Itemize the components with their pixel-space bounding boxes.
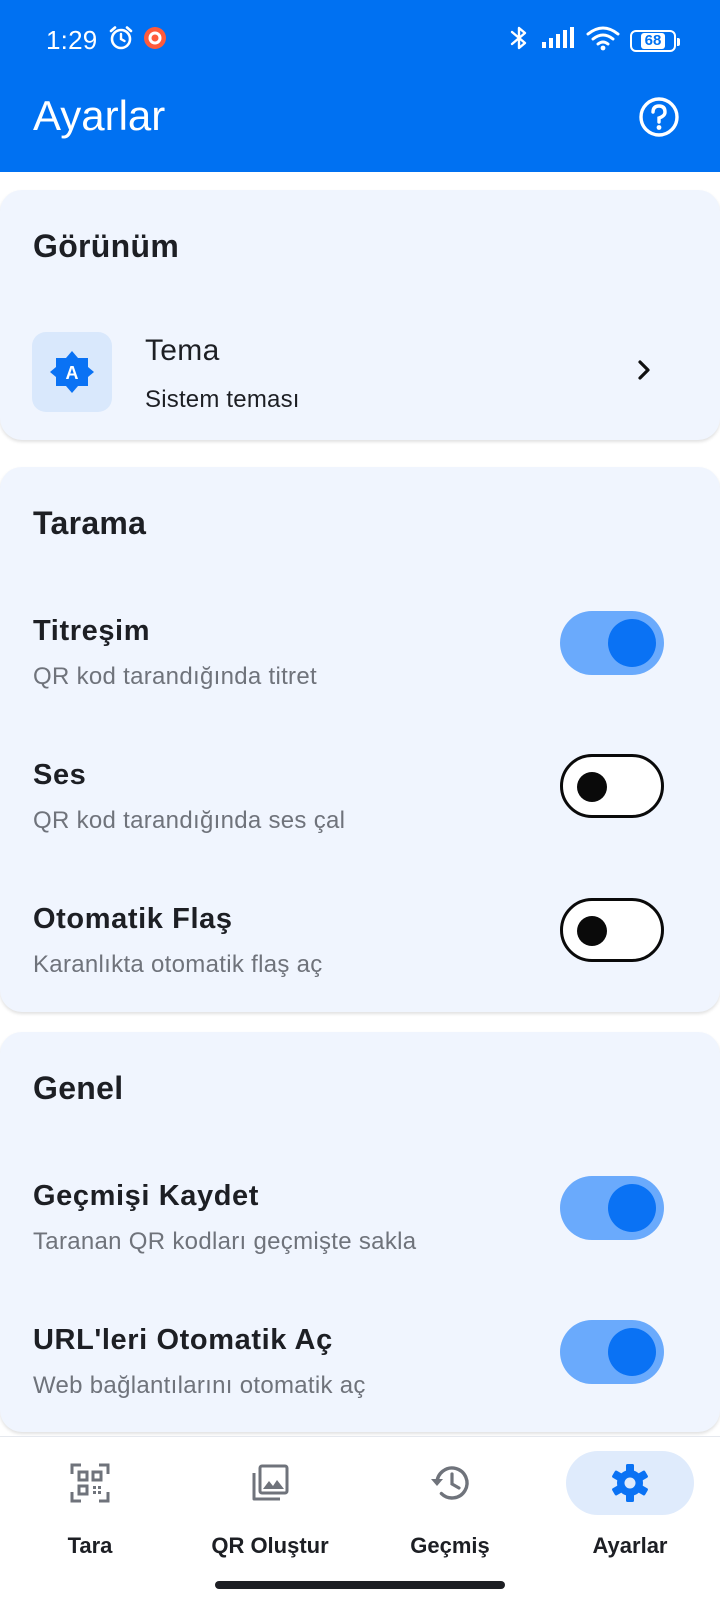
general-section-title: Genel <box>33 1070 124 1106</box>
nav-pill <box>566 1451 694 1515</box>
home-indicator[interactable] <box>215 1581 505 1589</box>
theme-icon-box: A <box>32 332 112 412</box>
nav-item-create-qr[interactable]: QR Oluştur <box>180 1451 360 1571</box>
page-title: Ayarlar <box>33 92 166 139</box>
setting-title: Geçmişi Kaydet <box>33 1180 259 1212</box>
toggle-knob <box>577 916 607 946</box>
setting-title: URL'leri Otomatik Aç <box>33 1324 333 1356</box>
setting-title: Ses <box>33 759 87 791</box>
appearance-section-title: Görünüm <box>33 228 180 264</box>
auto-flash-setting-row[interactable]: Otomatik Flaş Karanlıkta otomatik flaş a… <box>0 898 720 1013</box>
status-left-icons <box>108 25 168 56</box>
qr-scan-icon <box>70 1463 110 1503</box>
record-icon <box>142 25 168 56</box>
bluetooth-icon <box>508 24 530 57</box>
nav-label: Tara <box>67 1533 113 1558</box>
scanning-card: Tarama Titreşim QR kod tarandığında titr… <box>0 467 720 1012</box>
save-history-toggle[interactable] <box>560 1176 664 1240</box>
nav-item-scan[interactable]: Tara <box>0 1451 180 1571</box>
sound-setting-row[interactable]: Ses QR kod tarandığında ses çal <box>0 754 720 869</box>
signal-icon <box>540 26 576 55</box>
setting-title: Titreşim <box>33 615 151 647</box>
help-button[interactable] <box>638 96 680 138</box>
status-time: 1:29 <box>46 25 98 55</box>
brightness-auto-icon: A <box>50 351 94 393</box>
theme-row[interactable]: A Tema Sistem teması <box>0 310 720 430</box>
battery-level: 68 <box>640 32 666 49</box>
help-icon <box>639 97 679 137</box>
gear-icon <box>612 1464 648 1502</box>
nav-item-history[interactable]: Geçmiş <box>360 1451 540 1571</box>
history-icon <box>431 1466 469 1500</box>
svg-text:A: A <box>66 363 79 383</box>
bottom-navigation: Tara QR Oluştur Geçmiş Ayarlar <box>0 1436 720 1601</box>
chevron-right-icon <box>630 356 658 384</box>
vibration-setting-row[interactable]: Titreşim QR kod tarandığında titret <box>0 611 720 725</box>
alarm-icon <box>108 25 134 56</box>
setting-subtitle: Web bağlantılarını otomatik aç <box>33 1372 366 1399</box>
setting-title: Otomatik Flaş <box>33 903 233 935</box>
nav-label: QR Oluştur <box>211 1533 329 1558</box>
sound-toggle[interactable] <box>560 754 664 818</box>
nav-pill <box>386 1451 514 1515</box>
image-icon <box>252 1464 289 1501</box>
auto-open-urls-toggle[interactable] <box>560 1320 664 1384</box>
toggle-knob <box>608 619 656 667</box>
battery-icon: 68 <box>630 29 680 52</box>
toggle-knob <box>608 1328 656 1376</box>
nav-pill <box>206 1451 334 1515</box>
setting-subtitle: QR kod tarandığında titret <box>33 663 317 690</box>
general-card: Genel Geçmişi Kaydet Taranan QR kodları … <box>0 1032 720 1432</box>
status-right-icons: 68 <box>508 24 680 57</box>
nav-item-settings[interactable]: Ayarlar <box>540 1451 720 1571</box>
nav-pill <box>26 1451 154 1515</box>
scanning-section-title: Tarama <box>33 505 147 541</box>
appearance-card: Görünüm A Tema Sistem teması <box>0 190 720 440</box>
theme-subtitle: Sistem teması <box>145 386 300 413</box>
theme-title: Tema <box>145 334 220 367</box>
toggle-knob <box>577 772 607 802</box>
auto-flash-toggle[interactable] <box>560 898 664 962</box>
setting-subtitle: QR kod tarandığında ses çal <box>33 807 346 834</box>
auto-open-urls-setting-row[interactable]: URL'leri Otomatik Aç Web bağlantılarını … <box>0 1320 720 1434</box>
app-header: 1:29 68 Ayarlar <box>0 0 720 172</box>
vibration-toggle[interactable] <box>560 611 664 675</box>
wifi-icon <box>586 25 620 56</box>
setting-subtitle: Karanlıkta otomatik flaş aç <box>33 951 323 978</box>
toggle-knob <box>608 1184 656 1232</box>
save-history-setting-row[interactable]: Geçmişi Kaydet Taranan QR kodları geçmiş… <box>0 1176 720 1290</box>
nav-label: Geçmiş <box>410 1533 490 1558</box>
nav-label: Ayarlar <box>592 1533 668 1558</box>
setting-subtitle: Taranan QR kodları geçmişte sakla <box>33 1228 417 1255</box>
